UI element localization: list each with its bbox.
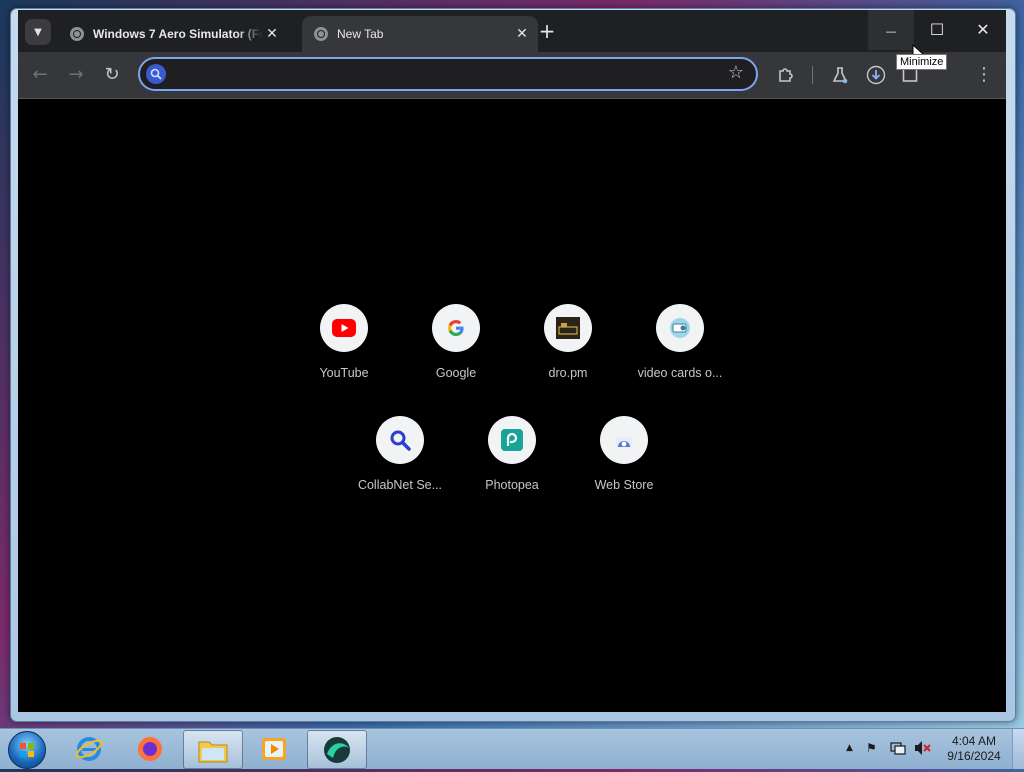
- file-explorer-icon: [198, 741, 228, 762]
- shortcut-collabnet[interactable]: CollabNet Se...: [344, 416, 456, 492]
- taskbar-firefox[interactable]: [121, 730, 179, 767]
- shortcut-label: Google: [435, 366, 477, 380]
- show-hidden-icons-button[interactable]: ▲: [846, 743, 853, 753]
- menu-button[interactable]: ⋮: [972, 63, 996, 87]
- bookmark-star-icon[interactable]: ☆: [728, 62, 744, 83]
- shortcut-label: Web Store: [594, 478, 654, 492]
- tab-new-tab[interactable]: New Tab ✕: [302, 16, 538, 52]
- close-window-button[interactable]: ✕: [960, 10, 1006, 50]
- collabnet-icon: [390, 430, 411, 451]
- close-icon: ✕: [976, 20, 990, 39]
- minimize-icon: —: [885, 25, 897, 38]
- shortcut-label: dro.pm: [548, 366, 588, 380]
- puzzle-icon: [779, 68, 793, 82]
- browser-icon: [324, 736, 350, 763]
- download-icon: [866, 65, 886, 85]
- shortcut-tile: [656, 304, 704, 352]
- globe-icon: [70, 27, 84, 41]
- chevron-down-icon: ▼: [34, 26, 42, 38]
- flask-icon: [832, 67, 848, 84]
- shortcut-photopea[interactable]: Photopea: [456, 416, 568, 492]
- back-button[interactable]: ←: [28, 63, 52, 87]
- forward-button[interactable]: →: [64, 63, 88, 87]
- show-desktop-button[interactable]: [1012, 729, 1024, 769]
- tab-search-button[interactable]: ▼: [25, 19, 51, 45]
- shortcut-tile: [488, 416, 536, 464]
- minimize-button[interactable]: —: [868, 10, 914, 50]
- shortcut-google[interactable]: Google: [400, 304, 512, 380]
- system-clock[interactable]: 4:04 AM 9/16/2024: [944, 734, 1004, 764]
- shortcut-label: CollabNet Se...: [357, 478, 443, 492]
- taskbar-internet-explorer[interactable]: [60, 730, 118, 767]
- omnibox-input[interactable]: [174, 63, 718, 87]
- web-store-icon: [616, 437, 632, 447]
- globe-icon: [314, 27, 328, 41]
- google-icon: [448, 320, 464, 336]
- shortcut-tile: [600, 416, 648, 464]
- clock-date: 9/16/2024: [947, 749, 1001, 763]
- tab-close-button[interactable]: ✕: [514, 26, 530, 42]
- clock-time: 4:04 AM: [951, 734, 997, 748]
- minimize-tooltip: Minimize: [896, 54, 948, 70]
- shortcut-youtube[interactable]: YouTube: [288, 304, 400, 380]
- arrow-left-icon: ←: [32, 64, 48, 85]
- toolbar-separator: [812, 66, 813, 84]
- photopea-icon: [501, 429, 523, 451]
- shortcut-tile: [432, 304, 480, 352]
- internet-explorer-icon: [75, 736, 103, 761]
- arrow-right-icon: →: [68, 64, 84, 85]
- video-cards-icon: [670, 318, 690, 338]
- shortcut-dro-pm[interactable]: dro.pm: [512, 304, 624, 380]
- shortcut-label: video cards o...: [637, 366, 723, 380]
- tab-strip: ▼ Windows 7 Aero Simulator (Fo ✕ New Tab…: [18, 10, 1006, 52]
- new-tab-button[interactable]: +: [537, 21, 557, 42]
- action-center-flag-icon[interactable]: ⚑: [866, 741, 877, 755]
- taskbar-media-player[interactable]: [245, 730, 303, 767]
- reload-button[interactable]: ↻: [100, 63, 124, 87]
- taskbar-browser[interactable]: [307, 730, 367, 769]
- firefox-icon: [138, 736, 162, 761]
- shortcut-web-store[interactable]: Web Store: [568, 416, 680, 492]
- tab-title: New Tab: [337, 27, 384, 41]
- windows-logo-icon: [20, 743, 34, 757]
- tab-close-button[interactable]: ✕: [264, 26, 280, 42]
- volume-muted-icon[interactable]: [914, 740, 932, 756]
- toolbar: ← → ↻ ☆ ⋮: [18, 52, 1006, 99]
- shortcut-label: YouTube: [319, 366, 369, 380]
- address-bar[interactable]: ☆: [138, 57, 758, 91]
- tab-title: Windows 7 Aero Simulator (Fo: [93, 27, 263, 41]
- youtube-icon: [332, 319, 356, 337]
- shortcut-tile: [376, 416, 424, 464]
- search-icon: [146, 64, 166, 84]
- browser-window: ▼ Windows 7 Aero Simulator (Fo ✕ New Tab…: [18, 10, 1006, 712]
- taskbar: ▲ ⚑ 4:04 AM 9/16/2024: [0, 728, 1024, 769]
- shortcut-label: Photopea: [485, 478, 539, 492]
- start-button[interactable]: [8, 731, 46, 769]
- shortcut-video-cards[interactable]: video cards o...: [624, 304, 736, 380]
- shortcut-tile: [544, 304, 592, 352]
- media-player-icon: [262, 737, 286, 760]
- taskbar-file-explorer[interactable]: [183, 730, 243, 769]
- more-vert-icon: ⋮: [975, 64, 993, 85]
- extensions-button[interactable]: [774, 63, 798, 87]
- reload-icon: ↻: [104, 64, 120, 85]
- labs-button[interactable]: [828, 63, 852, 87]
- maximize-icon: ☐: [929, 20, 945, 39]
- shortcut-tile: [320, 304, 368, 352]
- downloads-button[interactable]: [864, 63, 888, 87]
- network-icon[interactable]: [890, 740, 906, 756]
- dro-pm-icon: [556, 317, 580, 339]
- tab-windows-7-aero-simulator[interactable]: Windows 7 Aero Simulator (Fo ✕: [58, 16, 288, 52]
